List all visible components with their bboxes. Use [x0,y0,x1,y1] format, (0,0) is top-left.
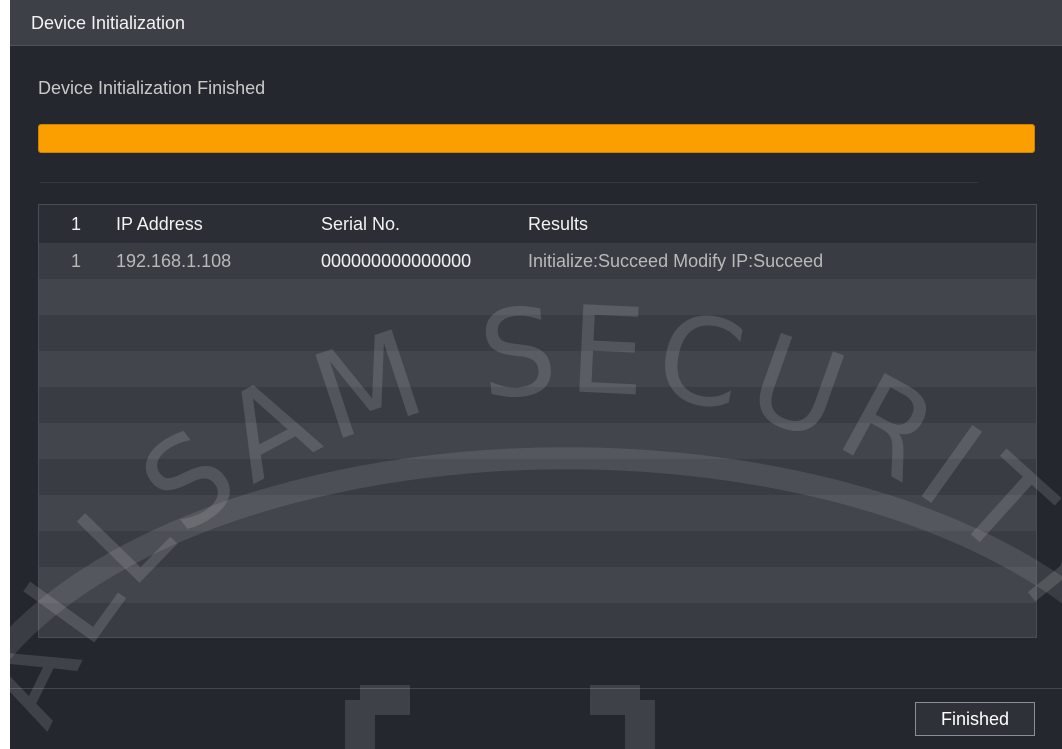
row-serial-no: 000000000000000 [321,251,472,271]
header-number: 1 [71,214,82,234]
empty-table-row [39,495,1036,531]
empty-table-row [39,315,1036,351]
results-table: 1 IP Address Serial No. Results 1 192.16… [38,204,1037,638]
row-number: 1 [71,251,82,271]
header-results: Results [528,214,589,234]
empty-table-row [39,351,1036,387]
table-row[interactable]: 1 192.168.1.108 000000000000000 Initiali… [39,243,1036,279]
dialog-title: Device Initialization [31,13,186,33]
empty-table-row [39,531,1036,567]
table-header: 1 IP Address Serial No. Results [39,205,1036,243]
device-initialization-dialog: Device Initialization Device Initializat… [10,0,1062,749]
empty-table-row [39,279,1036,315]
row-ip-address: 192.168.1.108 [116,251,232,271]
empty-table-row [39,459,1036,495]
initialization-progress-bar [38,124,1035,153]
empty-table-row [39,567,1036,603]
empty-table-row [39,423,1036,459]
empty-table-row [39,387,1036,423]
initialization-status: Device Initialization Finished [38,78,266,98]
footer-divider [10,688,1062,689]
divider [40,182,978,183]
empty-table-row [39,603,1036,637]
dialog-titlebar: Device Initialization [10,0,1062,46]
header-serial-no: Serial No. [321,214,401,234]
progress-fill [39,125,1034,152]
header-ip-address: IP Address [116,214,203,234]
finished-button[interactable]: Finished [915,702,1035,736]
row-results: Initialize:Succeed Modify IP:Succeed [528,251,824,271]
